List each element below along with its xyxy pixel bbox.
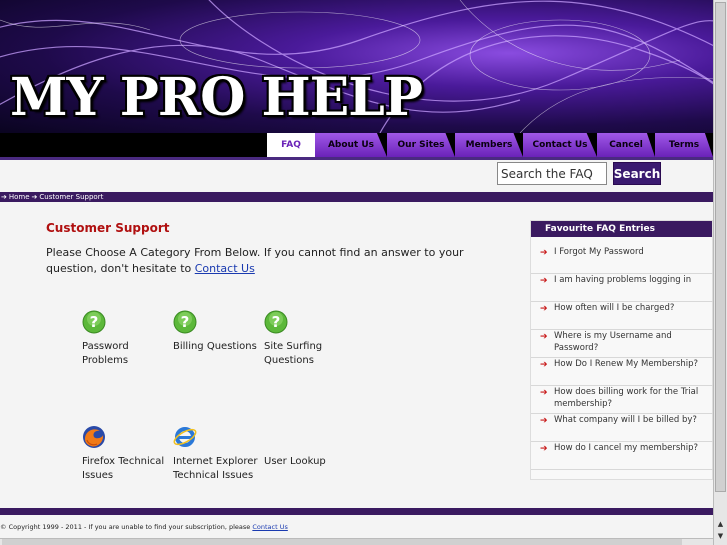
category-label: Internet Explorer Technical Issues (173, 456, 258, 481)
scroll-down-icon[interactable]: ▼ (715, 530, 726, 542)
favourite-faq-sidebar: Favourite FAQ Entries ➔ I Forgot My Passw… (530, 220, 714, 480)
scroll-up-icon[interactable]: ▲ (715, 518, 726, 530)
faq-entry-label: Where is my Username and Password? (554, 331, 672, 353)
category-label: Firefox Technical Issues (82, 456, 165, 481)
nav-tab-members[interactable]: Members (455, 133, 523, 157)
breadcrumb-arrow-icon: ➔ (1, 193, 7, 201)
main-nav: FAQ About Us Our Sites Members Contact U… (0, 133, 727, 157)
arrow-right-icon: ➔ (540, 304, 548, 314)
faq-entry-label: What company will I be billed by? (554, 415, 697, 425)
nav-tab-about-us[interactable]: About Us (315, 133, 387, 157)
header-banner: MY PRO HELP (0, 0, 727, 133)
vertical-scrollbar[interactable]: ▲ ▼ (713, 0, 727, 545)
category-label: Billing Questions (173, 341, 257, 352)
faq-entry[interactable]: ➔ How does billing work for the Trial mem… (531, 386, 714, 414)
category-label: Password Problems (82, 341, 129, 366)
page-title: Customer Support (46, 221, 170, 235)
footer-contact-link[interactable]: Contact Us (252, 523, 288, 531)
faq-entry[interactable]: ➔ I Forgot My Password (531, 246, 714, 274)
svg-text:?: ? (181, 313, 190, 331)
breadcrumb-current: Customer Support (39, 193, 104, 201)
footer-bar (0, 508, 713, 515)
category-password-problems[interactable]: ? Password Problems (82, 310, 172, 368)
scrollbar-thumb[interactable] (715, 2, 726, 492)
horizontal-scrollbar[interactable] (0, 538, 713, 545)
footer-text: © Copyright 1999 - 2011 - If you are una… (0, 523, 288, 531)
faq-entry[interactable]: ➔ What company will I be billed by? (531, 414, 714, 442)
nav-tab-our-sites[interactable]: Our Sites (387, 133, 455, 157)
arrow-right-icon: ➔ (540, 444, 548, 454)
faq-entry[interactable]: ➔ How often will I be charged? (531, 302, 714, 330)
nav-underline (0, 157, 713, 160)
faq-entry-label: I am having problems logging in (554, 275, 692, 285)
nav-tab-contact-us[interactable]: Contact Us (523, 133, 597, 157)
category-firefox-technical-issues[interactable]: Firefox Technical Issues (82, 425, 172, 483)
faq-entry[interactable]: ➔ How do I cancel my membership? (531, 442, 714, 470)
breadcrumb: ➔ Home ➔ Customer Support (0, 192, 713, 202)
blank-icon (264, 425, 288, 449)
faq-entry[interactable]: ➔ How Do I Renew My Membership? (531, 358, 714, 386)
arrow-right-icon: ➔ (540, 388, 548, 398)
firefox-icon (83, 426, 105, 448)
question-icon: ? (173, 310, 197, 334)
svg-text:?: ? (272, 313, 281, 331)
footer-copyright: © Copyright 1999 - 2011 - If you are una… (0, 523, 253, 531)
faq-entry[interactable]: ➔ I am having problems logging in (531, 274, 714, 302)
sidebar-title: Favourite FAQ Entries (531, 221, 712, 237)
intro-text: Please Choose A Category From Below. If … (46, 245, 486, 277)
breadcrumb-arrow-icon: ➔ (31, 193, 38, 201)
arrow-right-icon: ➔ (540, 332, 548, 342)
arrow-right-icon: ➔ (540, 360, 548, 370)
internet-explorer-icon (173, 427, 197, 447)
faq-entry-label: How does billing work for the Trial memb… (554, 387, 699, 409)
arrow-right-icon: ➔ (540, 276, 548, 286)
nav-tab-faq[interactable]: FAQ (267, 133, 315, 157)
question-icon: ? (82, 310, 106, 334)
nav-tab-cancel[interactable]: Cancel (597, 133, 655, 157)
svg-text:?: ? (90, 313, 99, 331)
page: MY PRO HELP FAQ About Us Our Sites Membe… (0, 0, 727, 545)
category-user-lookup[interactable]: User Lookup (264, 425, 354, 469)
faq-entry-label: How Do I Renew My Membership? (554, 359, 699, 369)
category-billing-questions[interactable]: ? Billing Questions (173, 310, 263, 354)
category-internet-explorer-technical-issues[interactable]: Internet Explorer Technical Issues (173, 425, 263, 483)
nav-tab-terms[interactable]: Terms (655, 133, 713, 157)
intro-contact-link[interactable]: Contact Us (195, 262, 255, 275)
search-button[interactable]: Search (613, 162, 661, 185)
scrollbar-thumb[interactable] (2, 539, 682, 545)
category-label: User Lookup (264, 456, 326, 467)
arrow-right-icon: ➔ (540, 416, 548, 426)
site-logo[interactable]: MY PRO HELP (10, 68, 423, 128)
faq-entry-label: How do I cancel my membership? (554, 443, 698, 453)
faq-search-input[interactable]: Search the FAQ (497, 162, 607, 185)
faq-entry[interactable]: ➔ Where is my Username and Password? (531, 330, 714, 358)
breadcrumb-home[interactable]: Home (9, 193, 30, 201)
question-icon: ? (264, 310, 288, 334)
category-site-surfing-questions[interactable]: ? Site Surfing Questions (264, 310, 354, 368)
faq-entry-label: How often will I be charged? (554, 303, 675, 313)
arrow-right-icon: ➔ (540, 248, 548, 258)
faq-entry-label: I Forgot My Password (554, 247, 644, 257)
category-label: Site Surfing Questions (264, 341, 323, 366)
